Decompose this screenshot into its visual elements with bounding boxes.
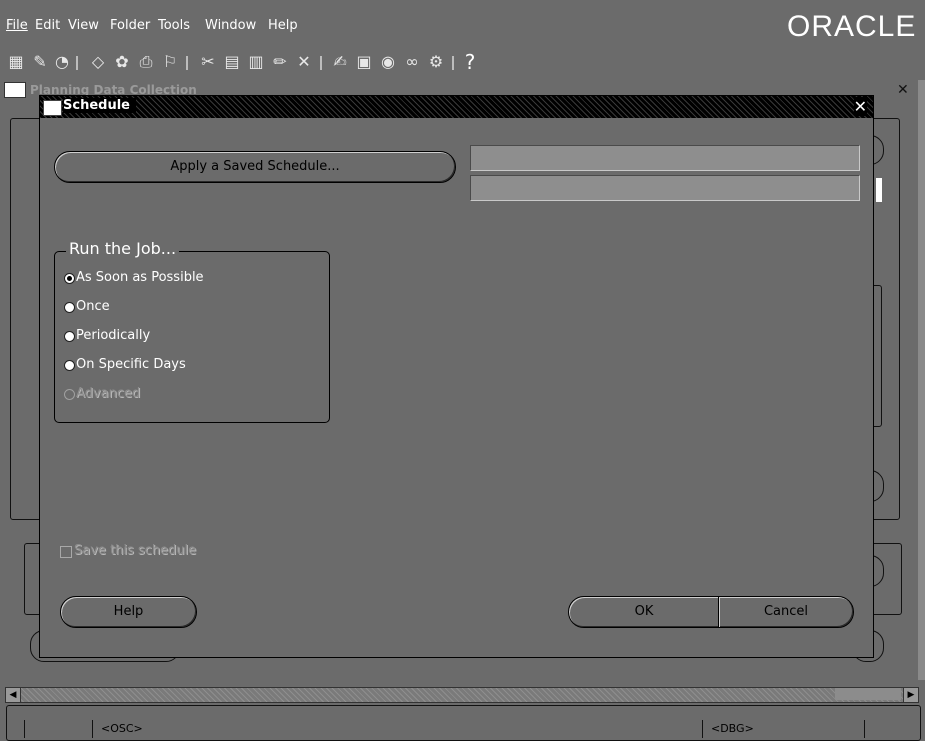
radio-label: As Soon as Possible (76, 270, 204, 285)
radio-label: Advanced (76, 386, 141, 401)
toolbar-separator (320, 56, 322, 70)
clear-icon[interactable]: ✕ (294, 52, 314, 72)
stop-icon[interactable]: ◉ (378, 52, 398, 72)
window-scrollbar[interactable] (918, 80, 925, 680)
toolbar-separator (186, 56, 188, 70)
ok-button-label: OK (634, 604, 654, 619)
horizontal-scrollbar[interactable] (5, 687, 919, 703)
schedule-description-field[interactable] (470, 175, 860, 201)
close-icon[interactable]: ✕ (853, 97, 867, 116)
close-icon[interactable]: ✕ (897, 82, 909, 98)
status-osc: <OSC> (92, 720, 701, 738)
menu-file-label: File (6, 18, 28, 33)
save-schedule-label: Save this schedule (74, 543, 197, 558)
schedule-name-field[interactable] (470, 145, 860, 171)
run-the-job-legend: Run the Job... (66, 239, 180, 258)
schedule-dialog: Schedule ✕ Apply a Saved Schedule... Run… (39, 95, 874, 658)
scroll-right-icon[interactable]: ▶ (903, 687, 919, 703)
status-dbg: <DBG> (702, 720, 861, 738)
menu-window[interactable]: Window (205, 18, 256, 33)
menu-file[interactable]: File (6, 18, 28, 33)
copy-icon[interactable]: ▤ (222, 52, 242, 72)
scroll-left-icon[interactable]: ◀ (5, 687, 21, 703)
menu-help[interactable]: Help (268, 18, 298, 33)
help-icon[interactable]: ? (460, 52, 480, 72)
radio-label: Periodically (76, 328, 151, 343)
oracle-logo: ORACLE (787, 12, 917, 42)
translate-icon[interactable]: ✿ (112, 52, 132, 72)
help-button[interactable]: Help (60, 596, 197, 628)
paste-icon[interactable]: ▥ (246, 52, 266, 72)
attach-icon[interactable]: ∞ (402, 52, 422, 72)
apply-saved-schedule-button[interactable]: Apply a Saved Schedule... (54, 151, 456, 183)
edit-icon[interactable]: ✏ (270, 52, 290, 72)
find-icon[interactable]: ◇ (88, 52, 108, 72)
radio-disabled-icon (64, 389, 75, 400)
attachment-image-icon[interactable]: ⚐ (160, 52, 180, 72)
ok-button[interactable]: OK (568, 596, 720, 628)
save-schedule-checkbox[interactable] (60, 546, 72, 558)
print-icon[interactable]: ⎙ (136, 52, 156, 72)
menu-edit[interactable]: Edit (35, 18, 60, 33)
radio-label: On Specific Days (76, 357, 186, 372)
help-button-label: Help (113, 604, 144, 619)
radio-unselected-icon (64, 302, 75, 313)
dialog-titlebar[interactable]: Schedule ✕ (40, 96, 873, 118)
cancel-button[interactable]: Cancel (718, 596, 854, 628)
status-cell (24, 720, 93, 738)
navigate-icon[interactable]: ✎ (30, 52, 50, 72)
toolbar-separator (76, 56, 78, 70)
pen-icon[interactable]: ✍ (330, 52, 350, 72)
cancel-button-label: Cancel (763, 604, 809, 619)
menu-bar: File Edit View Folder Tools Window Help … (0, 0, 925, 44)
background-field (876, 178, 882, 202)
menu-folder[interactable]: Folder (110, 18, 150, 33)
radio-selected-icon (64, 273, 75, 284)
key-icon[interactable]: ⚙ (426, 52, 446, 72)
folder-icon[interactable]: ▣ (354, 52, 374, 72)
zoom-icon[interactable]: ◔ (52, 52, 72, 72)
menu-view[interactable]: View (68, 18, 99, 33)
dialog-title: Schedule (63, 98, 136, 113)
radio-unselected-icon (64, 360, 75, 371)
radio-unselected-icon (64, 331, 75, 342)
apply-saved-schedule-label: Apply a Saved Schedule... (170, 159, 340, 174)
menu-tools[interactable]: Tools (158, 18, 190, 33)
toolbar-separator (452, 56, 454, 70)
radio-label: Once (76, 299, 110, 314)
save-icon[interactable]: ▦ (6, 52, 26, 72)
oracle-window-icon (43, 100, 62, 116)
scrollbar-thumb[interactable] (835, 688, 901, 700)
cut-icon[interactable]: ✂ (198, 52, 218, 72)
oracle-window-icon (4, 82, 26, 98)
status-cell (864, 720, 893, 738)
